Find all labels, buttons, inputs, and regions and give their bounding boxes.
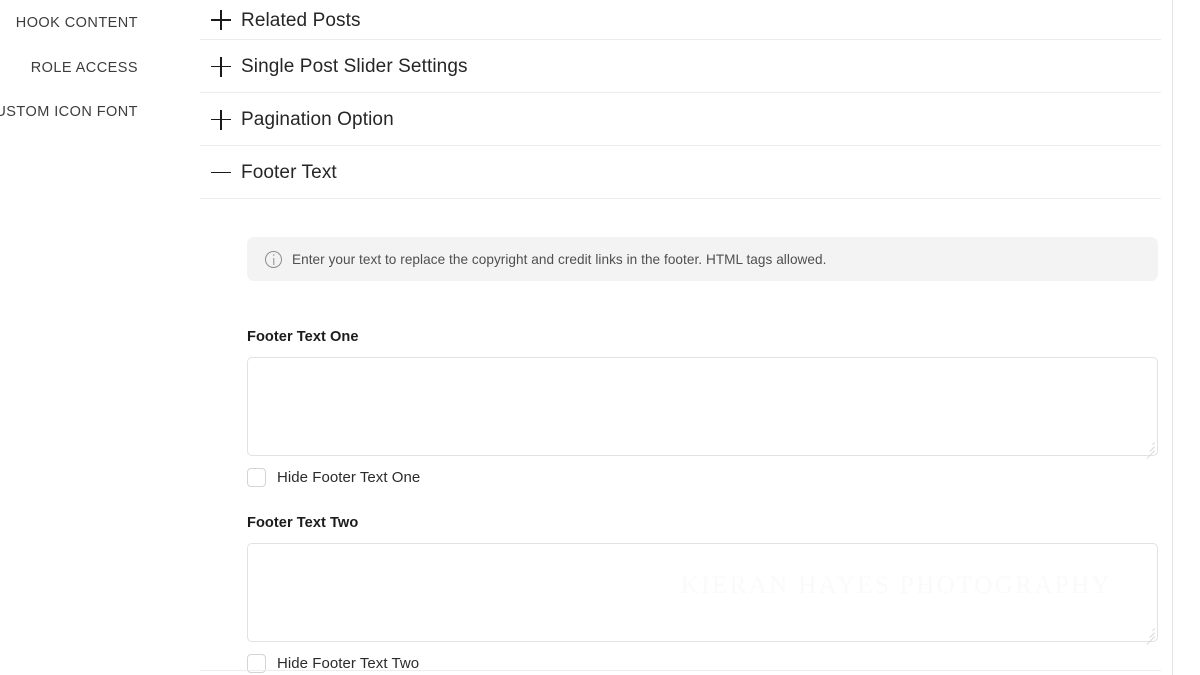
plus-icon [210, 56, 232, 78]
sidebar-item-role-access[interactable]: ROLE ACCESS [0, 46, 172, 90]
sidebar-item-label: ROLE ACCESS [30, 60, 138, 76]
sidebar-list: HOOK CONTENT ROLE ACCESS USTOM ICON FONT [0, 0, 172, 134]
footer-text-one-label: Footer Text One [247, 329, 359, 345]
settings-page: HOOK CONTENT ROLE ACCESS USTOM ICON FONT… [0, 0, 1200, 675]
accordion-header-single-post-slider-settings[interactable]: Single Post Slider Settings [172, 40, 1172, 93]
sidebar-item-label: HOOK CONTENT [15, 15, 138, 31]
accordion-header-pagination-option[interactable]: Pagination Option [172, 93, 1172, 146]
accordion-label: Pagination Option [241, 109, 394, 130]
hide-footer-text-one-checkbox[interactable] [247, 468, 266, 487]
footer-text-panel-body: Enter your text to replace the copyright… [172, 237, 1172, 673]
accordion-container: Related Posts Single Post Slider Setting… [172, 0, 1172, 673]
footer-text-one-wrap [247, 357, 1158, 459]
hide-footer-text-one-label: Hide Footer Text One [277, 469, 421, 486]
accordion-header-related-posts[interactable]: Related Posts [172, 0, 1172, 40]
sidebar-item-label: USTOM ICON FONT [0, 104, 138, 120]
section-divider [200, 670, 1161, 671]
accordion-label: Single Post Slider Settings [241, 56, 468, 77]
accordion-label: Footer Text [241, 162, 337, 183]
info-notice: Enter your text to replace the copyright… [247, 237, 1158, 281]
hide-footer-text-one-row[interactable]: Hide Footer Text One [247, 468, 1134, 487]
info-icon [265, 250, 282, 268]
sidebar-item-custom-icon-font[interactable]: USTOM ICON FONT [0, 90, 172, 134]
accordion-header-footer-text[interactable]: Footer Text [172, 146, 1172, 199]
footer-text-two-wrap: KIERAN HAYES PHOTOGRAPHY [247, 543, 1158, 645]
minus-icon [210, 162, 232, 184]
main-content-panel: Related Posts Single Post Slider Setting… [172, 0, 1173, 675]
accordion-label: Related Posts [241, 9, 361, 31]
footer-text-two-input[interactable] [247, 543, 1158, 642]
info-notice-text: Enter your text to replace the copyright… [292, 251, 827, 267]
sidebar-nav: HOOK CONTENT ROLE ACCESS USTOM ICON FONT [0, 0, 172, 675]
footer-text-one-input[interactable] [247, 357, 1158, 456]
plus-icon [210, 9, 232, 31]
plus-icon [210, 109, 232, 131]
footer-text-two-label: Footer Text Two [247, 515, 359, 531]
sidebar-item-hook-content[interactable]: HOOK CONTENT [0, 0, 172, 46]
